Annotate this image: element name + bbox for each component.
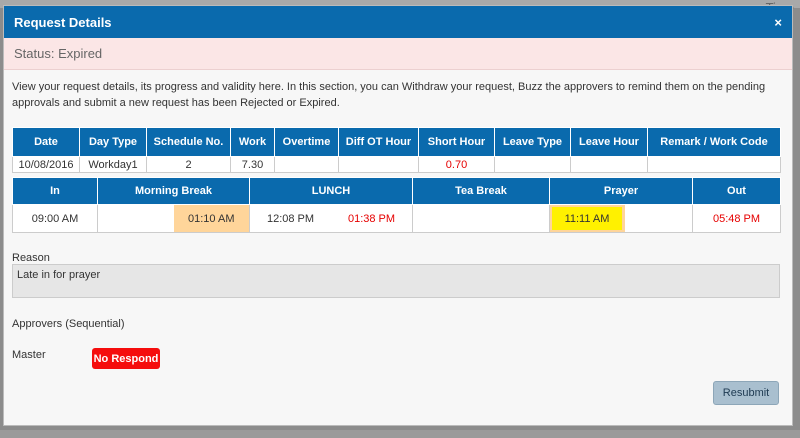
cell-schedule-no: 2 (146, 156, 231, 173)
lunch-end: 01:38 PM (347, 212, 396, 225)
col-schedule-no: Schedule No. (146, 127, 231, 157)
prayer-start: 11:11 AM (550, 205, 625, 232)
times-header-row: In Morning Break LUNCH Tea Break Prayer … (12, 177, 781, 205)
cell-diff-ot-hour (338, 156, 419, 173)
cell-remark-work-code (647, 156, 781, 173)
status-text: Status: Expired (14, 46, 103, 61)
cell-morning-break: 01:10 AM (97, 204, 250, 233)
col-overtime: Overtime (274, 127, 339, 157)
col-leave-hour: Leave Hour (570, 127, 648, 157)
cell-prayer: 11:11 AM (549, 204, 693, 233)
reason-field: Late in for prayer (12, 264, 780, 298)
cell-lunch: 12:08 PM 01:38 PM (249, 204, 413, 233)
approvers-label: Approvers (Sequential) (12, 318, 125, 330)
resubmit-button[interactable]: Resubmit (713, 381, 779, 405)
col-date: Date (12, 127, 80, 157)
cell-in: 09:00 AM (12, 204, 98, 233)
cell-date: 10/08/2016 (12, 156, 80, 173)
modal-title: Request Details (14, 14, 112, 30)
col-remark-work-code: Remark / Work Code (647, 127, 781, 157)
prayer-end (625, 205, 692, 232)
cell-day-type: Workday1 (79, 156, 147, 173)
details-table: Date Day Type Schedule No. Work Overtime… (12, 127, 781, 173)
col-morning-break: Morning Break (97, 177, 250, 205)
cell-leave-hour (570, 156, 648, 173)
col-out: Out (692, 177, 781, 205)
cell-overtime (274, 156, 339, 173)
status-bar: Status: Expired (4, 38, 792, 70)
modal-header: Request Details × (4, 6, 792, 38)
morning-break-start (98, 205, 174, 232)
background-footer (0, 430, 800, 438)
close-icon[interactable]: × (774, 15, 782, 30)
cell-short-hour: 0.70 (418, 156, 495, 173)
table-row: 09:00 AM 01:10 AM 12:08 PM 01:38 PM 11:1… (12, 204, 781, 233)
col-lunch: LUNCH (249, 177, 413, 205)
details-header-row: Date Day Type Schedule No. Work Overtime… (12, 127, 781, 157)
cell-tea-break (412, 204, 550, 233)
col-short-hour: Short Hour (418, 127, 495, 157)
col-prayer: Prayer (549, 177, 693, 205)
approver-status-badge: No Respond (92, 348, 160, 369)
cell-out: 05:48 PM (692, 204, 781, 233)
col-diff-ot-hour: Diff OT Hour (338, 127, 419, 157)
reason-label: Reason (12, 252, 50, 264)
col-tea-break: Tea Break (412, 177, 550, 205)
morning-break-end: 01:10 AM (173, 205, 249, 232)
times-table: In Morning Break LUNCH Tea Break Prayer … (12, 177, 781, 233)
tea-break-start (413, 205, 481, 232)
col-day-type: Day Type (79, 127, 147, 157)
lunch-start: 12:08 PM (266, 212, 315, 225)
description-text: View your request details, its progress … (12, 81, 766, 109)
table-row: 10/08/2016 Workday1 2 7.30 0.70 (12, 156, 781, 173)
cell-work: 7.30 (230, 156, 275, 173)
cell-leave-type (494, 156, 571, 173)
tea-break-end (481, 205, 549, 232)
col-work: Work (230, 127, 275, 157)
approver-name: Master (12, 349, 46, 361)
col-in: In (12, 177, 98, 205)
col-leave-type: Leave Type (494, 127, 571, 157)
